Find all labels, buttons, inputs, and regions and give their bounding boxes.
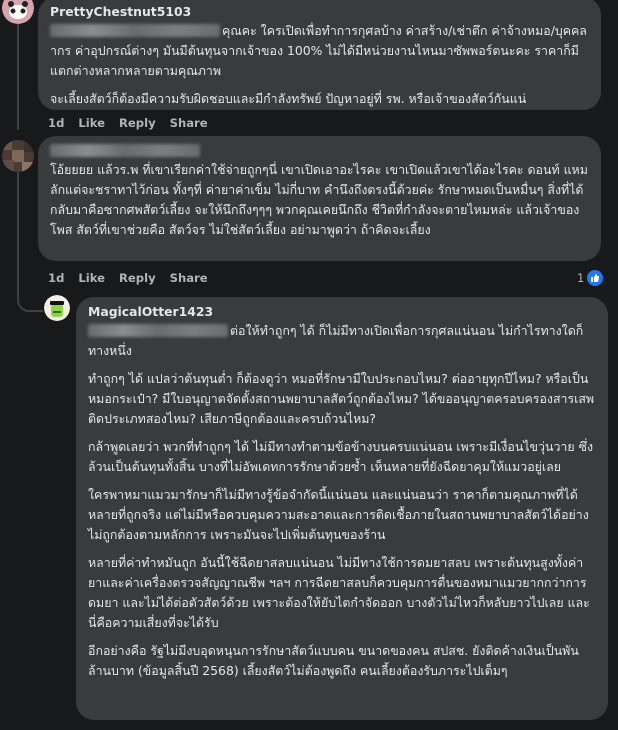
- thread-connector: [17, 290, 43, 312]
- avatar-blurred-icon: [2, 140, 34, 172]
- blurred-mention: [50, 24, 220, 37]
- reply-button[interactable]: Reply: [119, 271, 156, 285]
- comment-time[interactable]: 1d: [48, 116, 64, 130]
- comment-text-p2: ทำถูกๆ ได้ แปลว่าต้นทุนต่ำ ก็ต้องดูว่า ห…: [88, 371, 595, 426]
- comment-bubble: PrettyChestnut5103 คุณคะ ใครเปิดเพื่อทำก…: [38, 0, 601, 110]
- avatar-frog-icon: [44, 295, 70, 321]
- comment-text: โอ้ยยยย แล้วร.พ ที่เขาเรียกค่าใช้จ่ายถูก…: [50, 162, 588, 237]
- comment-text-p1: ต่อให้ทำถูกๆ ได้ ก็ไม่มีทางเปิดเพื่อการก…: [88, 321, 596, 361]
- share-button[interactable]: Share: [170, 116, 208, 130]
- like-button[interactable]: Like: [78, 116, 105, 130]
- blurred-author-name: [50, 144, 200, 157]
- like-thumb-icon: [587, 270, 604, 286]
- reply-button[interactable]: Reply: [119, 116, 156, 130]
- comment-text-p3: กล้าพูดเลยว่า พวกที่ทำถูกๆ ได้ ไม่มีทางท…: [88, 439, 594, 474]
- avatar[interactable]: [44, 295, 70, 321]
- reaction-summary[interactable]: 1: [577, 270, 604, 286]
- comment-author[interactable]: MagicalOtter1423: [88, 303, 596, 321]
- comment-author-blurred[interactable]: [50, 142, 589, 160]
- comment-text-p4: ใครพาหมาแมวมารักษาก็ไม่มีทางรู้ข้อจำกัดน…: [88, 487, 589, 542]
- avatar-panda-icon: [2, 0, 34, 24]
- avatar[interactable]: [2, 0, 34, 24]
- reaction-count: 1: [577, 271, 585, 285]
- share-button[interactable]: Share: [170, 271, 208, 285]
- comment-time[interactable]: 1d: [48, 271, 64, 285]
- comment-text-p5: หลายที่ค่าทำหมันถูก อันนี้ใช้ฉีดยาสลบแน่…: [88, 555, 590, 630]
- comment-actions: 1d Like Reply Share: [48, 271, 208, 285]
- comment-actions: 1d Like Reply Share: [48, 116, 208, 130]
- comment-text-p1: คุณคะ ใครเปิดเพื่อทำการกุศลบ้าง ค่าสร้าง…: [50, 21, 589, 81]
- comment-bubble: โอ้ยยยย แล้วร.พ ที่เขาเรียกค่าใช้จ่ายถูก…: [38, 136, 601, 261]
- like-button[interactable]: Like: [78, 271, 105, 285]
- avatar[interactable]: [2, 140, 34, 172]
- comment-text-p2: จะเลี้ยงสัตว์ก็ต้องมีความรับผิดชอบและมีก…: [50, 91, 527, 106]
- comment-author[interactable]: PrettyChestnut5103: [50, 3, 589, 21]
- comment-text-p6: อีกอย่างคือ รัฐไม่มีงบอุดหนุนการรักษาสัต…: [88, 643, 579, 678]
- blurred-mention: [88, 324, 228, 337]
- thread-line: [17, 170, 19, 290]
- comment-bubble: MagicalOtter1423 ต่อให้ทำถูกๆ ได้ ก็ไม่ม…: [76, 297, 608, 720]
